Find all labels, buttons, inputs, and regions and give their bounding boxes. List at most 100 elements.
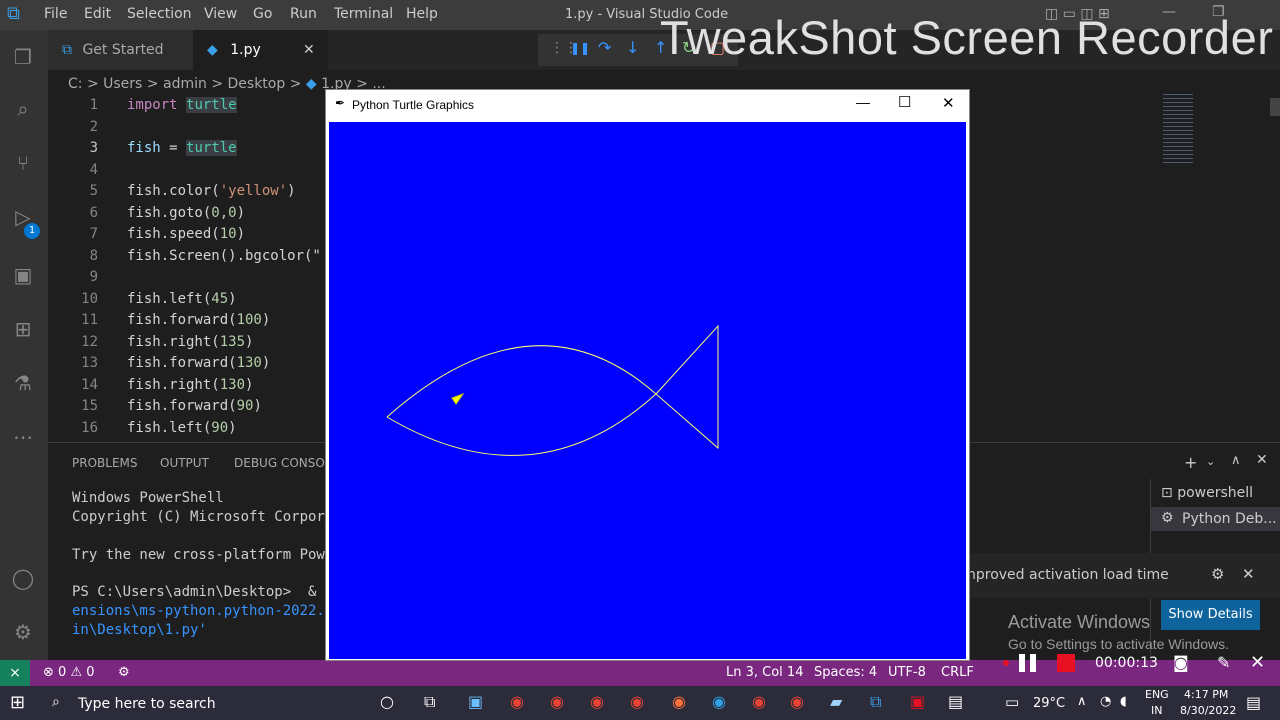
account-icon[interactable]: ◯	[8, 563, 38, 593]
code-line: fish.color('yellow')	[127, 183, 296, 199]
debug-status-icon[interactable]: ⚙	[118, 665, 130, 680]
recorder-taskbar-icon[interactable]: ▣	[910, 692, 925, 711]
remote-icon[interactable]: ⨯	[0, 660, 30, 686]
show-details-button[interactable]: Show Details	[1161, 600, 1260, 630]
tab-debug-console[interactable]: DEBUG CONSOL	[234, 456, 332, 470]
code-text: )	[228, 420, 237, 436]
clock-time[interactable]: 4:17 PM	[1184, 688, 1228, 701]
breadcrumb-item[interactable]: Users	[103, 76, 142, 92]
number: 10	[219, 226, 237, 242]
encoding[interactable]: UTF-8	[888, 665, 926, 680]
turtle-close-button[interactable]: ✕	[942, 94, 955, 112]
extensions-icon[interactable]: ⊞	[8, 314, 38, 344]
tray-chevron-icon[interactable]: ∧	[1077, 694, 1087, 709]
language[interactable]: ENG	[1145, 688, 1169, 701]
vscode-icon: ⧉	[62, 42, 72, 58]
taskbar-search[interactable]: Type here to search	[78, 696, 216, 712]
code-text: fish.left(	[127, 420, 212, 436]
end-of-line[interactable]: CRLF	[941, 665, 974, 680]
camera-icon[interactable]: ◙	[1173, 653, 1189, 672]
pause-button[interactable]: ❚❚	[570, 41, 590, 55]
line-number: 5	[89, 183, 98, 199]
step-over-icon[interactable]: ↷	[598, 38, 611, 57]
tab-problems[interactable]: PROBLEMS	[72, 456, 138, 470]
menu-run[interactable]: Run	[290, 6, 317, 22]
wifi-icon[interactable]: ◔	[1100, 694, 1111, 709]
menu-go[interactable]: Go	[253, 6, 272, 22]
task-view-icon[interactable]: ⧉	[424, 692, 435, 712]
chevron-down-icon[interactable]: ⌄	[1206, 455, 1215, 468]
app-icon[interactable]: ▣	[468, 692, 483, 711]
terminal-path[interactable]: in\Desktop\1.py'	[72, 622, 207, 638]
source-control-icon[interactable]: ⑂	[8, 148, 38, 178]
terminal-item-python-debug[interactable]: ⚙ Python Deb...	[1151, 507, 1280, 531]
notification-settings-icon[interactable]: ⚙	[1211, 565, 1224, 583]
pause-record-icon[interactable]	[1019, 654, 1025, 672]
turtle-minimize-button[interactable]: —	[856, 94, 870, 110]
menu-terminal[interactable]: Terminal	[334, 6, 393, 22]
errors-indicator[interactable]: ⊗ 0 ⚠ 0	[43, 665, 95, 680]
breadcrumb-item[interactable]: Desktop	[228, 76, 286, 92]
windows-start-icon[interactable]: ⊞	[10, 692, 25, 713]
chrome-icon[interactable]: ◉	[590, 692, 604, 711]
python-taskbar-icon[interactable]: ▤	[948, 692, 963, 711]
cursor-position[interactable]: Ln 3, Col 14	[726, 665, 803, 680]
tab-get-started[interactable]: ⧉ Get Started	[48, 30, 193, 70]
step-into-icon[interactable]: ↓	[626, 38, 639, 57]
editor-scrollbar[interactable]	[1270, 94, 1280, 442]
turtle-window: ✒ Python Turtle Graphics — ☐ ✕	[325, 89, 970, 661]
annotate-icon[interactable]: ✎	[1217, 653, 1230, 672]
tab-1py[interactable]: ◆ 1.py ✕	[193, 30, 328, 70]
menu-selection[interactable]: Selection	[127, 6, 192, 22]
vscode-taskbar-icon[interactable]: ⧉	[870, 692, 881, 712]
close-panel-icon[interactable]: ✕	[1256, 452, 1268, 468]
notifications-icon[interactable]: ▤	[1246, 693, 1261, 712]
settings-gear-icon[interactable]: ⚙	[8, 617, 38, 647]
chrome-icon[interactable]: ◉	[550, 692, 564, 711]
indentation[interactable]: Spaces: 4	[814, 665, 877, 680]
breadcrumb-item[interactable]: admin	[163, 76, 207, 92]
app-icon[interactable]: ▰	[830, 692, 842, 711]
menu-edit[interactable]: Edit	[84, 6, 111, 22]
testing-icon[interactable]: ⚗	[8, 368, 38, 398]
tab-output[interactable]: OUTPUT	[160, 456, 209, 470]
new-terminal-icon[interactable]: +	[1184, 453, 1197, 472]
chrome-icon[interactable]: ◉	[752, 692, 766, 711]
edge-icon[interactable]: ◉	[712, 692, 726, 711]
explorer-icon[interactable]: ❐	[8, 42, 38, 72]
clock-date[interactable]: 8/30/2022	[1180, 704, 1236, 717]
search-icon[interactable]: ⌕	[8, 94, 38, 124]
close-tab-icon[interactable]: ✕	[303, 30, 315, 70]
line-number: 2	[89, 119, 98, 135]
terminal-path[interactable]: ensions\ms-python.python-2022.	[72, 603, 325, 619]
stop-record-icon[interactable]	[1057, 654, 1075, 672]
more-icon[interactable]: ⋯	[8, 422, 38, 452]
turtle-canvas[interactable]	[329, 122, 966, 659]
number: 100	[236, 312, 262, 328]
notification-close-icon[interactable]: ✕	[1242, 565, 1255, 583]
menu-view[interactable]: View	[204, 6, 237, 22]
chrome-icon[interactable]: ◉	[790, 692, 804, 711]
firefox-icon[interactable]: ◉	[672, 692, 686, 711]
code-text: fish.right(	[127, 377, 220, 393]
language-region[interactable]: IN	[1151, 704, 1162, 717]
pause-record-icon[interactable]	[1030, 654, 1036, 672]
chrome-icon[interactable]: ◉	[510, 692, 524, 711]
temperature[interactable]: 29°C	[1033, 696, 1065, 711]
maximize-panel-icon[interactable]: ∧	[1231, 453, 1241, 468]
volume-icon[interactable]: ◖	[1120, 694, 1127, 709]
chrome-icon[interactable]: ◉	[630, 692, 644, 711]
record-dot-icon	[1003, 660, 1009, 666]
menu-help[interactable]: Help	[406, 6, 438, 22]
terminal-item-powershell[interactable]: ⊡ powershell	[1161, 485, 1253, 501]
notification-text: nproved activation load time	[967, 567, 1169, 583]
terminal-line: Try the new cross-platform Pow	[72, 547, 325, 563]
menu-file[interactable]: File	[44, 6, 67, 22]
remote-explorer-icon[interactable]: ▣	[8, 260, 38, 290]
turtle-maximize-button[interactable]: ☐	[898, 93, 911, 111]
weather-icon[interactable]: ▭	[1005, 693, 1019, 711]
breadcrumb-item[interactable]: C:	[68, 76, 83, 92]
cortana-icon[interactable]: ○	[380, 692, 394, 711]
minimap[interactable]	[1163, 94, 1270, 174]
close-recorder-icon[interactable]: ✕	[1250, 652, 1265, 673]
